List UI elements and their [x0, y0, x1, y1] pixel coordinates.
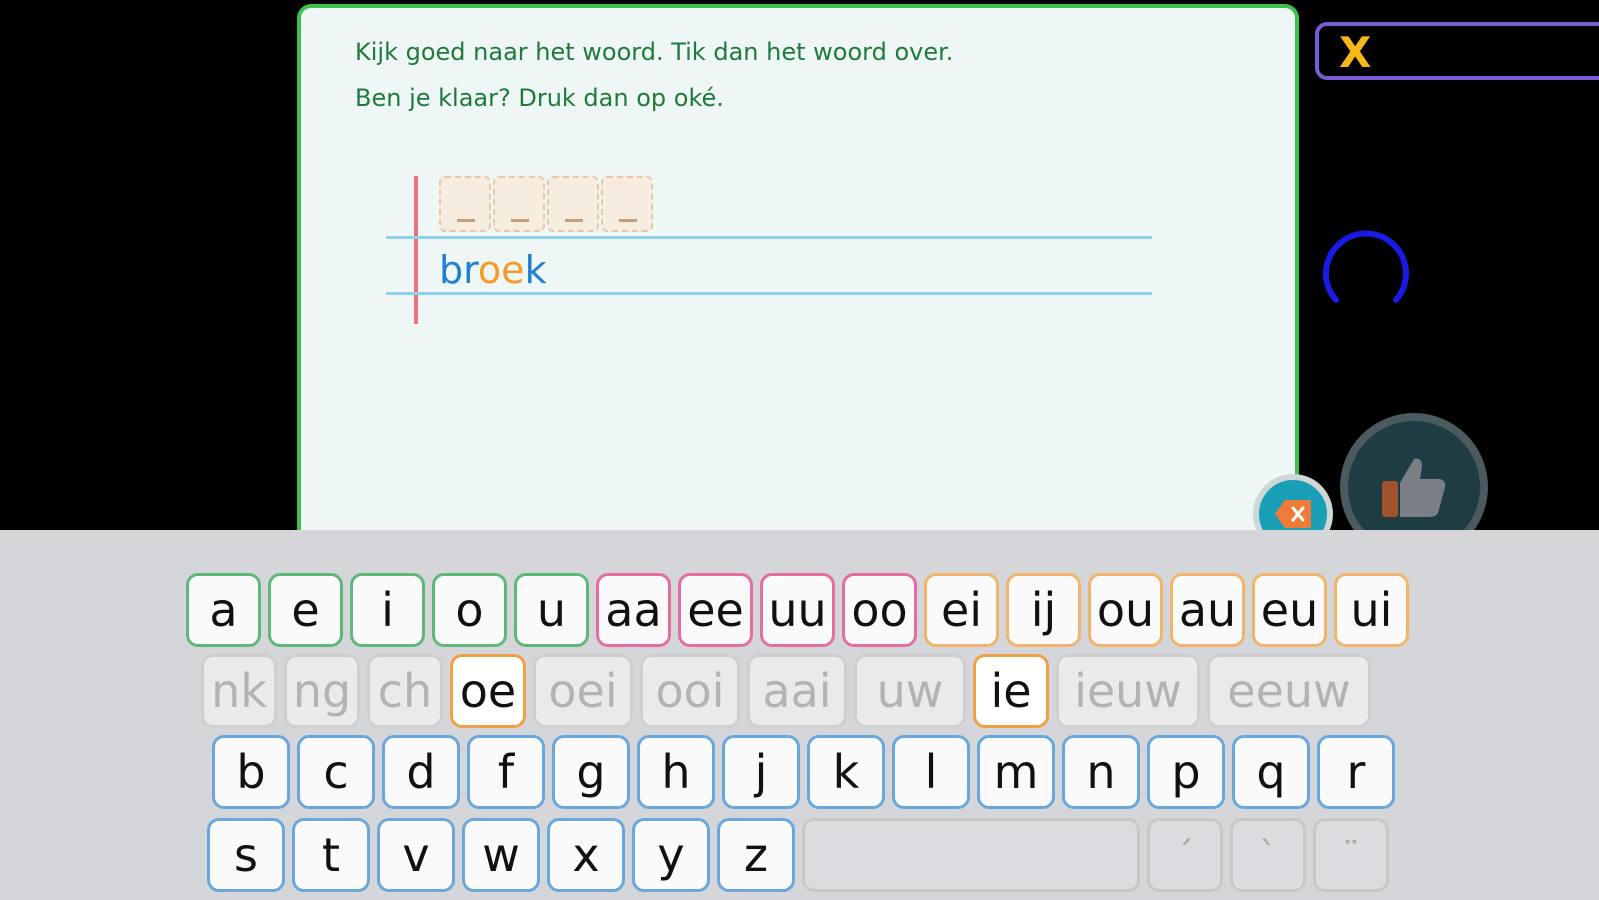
keyboard-row-consonants-1: b c d f g h j k l m n p q r	[212, 735, 1395, 809]
key-eu[interactable]: eu	[1252, 573, 1327, 647]
letter-keyboard: a e i o u aa ee uu oo ei ij ou au eu ui …	[0, 530, 1599, 900]
key-ee[interactable]: ee	[678, 573, 753, 647]
slot-placeholder	[457, 219, 475, 222]
key-r[interactable]: r	[1317, 735, 1395, 809]
key-ei[interactable]: ei	[924, 573, 999, 647]
key-d[interactable]: d	[382, 735, 460, 809]
key-nk[interactable]: nk	[201, 654, 277, 728]
answer-slot[interactable]	[547, 176, 599, 232]
key-ieuw[interactable]: ieuw	[1056, 654, 1200, 728]
key-x[interactable]: x	[547, 818, 625, 892]
key-v[interactable]: v	[377, 818, 455, 892]
key-f[interactable]: f	[467, 735, 545, 809]
key-y[interactable]: y	[632, 818, 710, 892]
key-u[interactable]: u	[514, 573, 589, 647]
key-h[interactable]: h	[637, 735, 715, 809]
key-m[interactable]: m	[977, 735, 1055, 809]
backspace-icon	[1275, 500, 1311, 528]
key-oe[interactable]: oe	[450, 654, 526, 728]
key-z[interactable]: z	[717, 818, 795, 892]
word-part: k	[524, 248, 547, 292]
key-n[interactable]: n	[1062, 735, 1140, 809]
exercise-card: Kijk goed naar het woord. Tik dan het wo…	[297, 4, 1299, 564]
key-uw[interactable]: uw	[854, 654, 966, 728]
key-ou[interactable]: ou	[1088, 573, 1163, 647]
word-part: br	[439, 248, 478, 292]
slot-placeholder	[511, 219, 529, 222]
writing-rule-bottom	[386, 292, 1152, 295]
key-ie[interactable]: ie	[973, 654, 1049, 728]
key-ch[interactable]: ch	[367, 654, 443, 728]
close-icon[interactable]: X	[1339, 28, 1371, 77]
key-ui[interactable]: ui	[1334, 573, 1409, 647]
key-au[interactable]: au	[1170, 573, 1245, 647]
key-o[interactable]: o	[432, 573, 507, 647]
word-part-highlight: oe	[477, 248, 525, 292]
key-eeuw[interactable]: eeuw	[1207, 654, 1371, 728]
key-oei[interactable]: oei	[533, 654, 633, 728]
keyboard-row-vowels: a e i o u aa ee uu oo ei ij ou au eu ui	[186, 573, 1409, 647]
key-c[interactable]: c	[297, 735, 375, 809]
key-s[interactable]: s	[207, 818, 285, 892]
slot-placeholder	[565, 219, 583, 222]
key-w[interactable]: w	[462, 818, 540, 892]
answer-slot[interactable]	[493, 176, 545, 232]
answer-slot[interactable]	[601, 176, 653, 232]
key-aa[interactable]: aa	[596, 573, 671, 647]
key-ij[interactable]: ij	[1006, 573, 1081, 647]
example-word: broek	[439, 248, 547, 292]
key-t[interactable]: t	[292, 818, 370, 892]
key-j[interactable]: j	[722, 735, 800, 809]
thumbs-up-icon	[1382, 458, 1446, 517]
key-b[interactable]: b	[212, 735, 290, 809]
keyboard-row-consonants-2: s t v w x y z ´ ` ¨	[207, 818, 1389, 892]
key-ooi[interactable]: ooi	[640, 654, 740, 728]
key-i[interactable]: i	[350, 573, 425, 647]
loading-spinner-icon	[1323, 230, 1409, 303]
close-bar[interactable]: X	[1315, 22, 1599, 80]
key-k[interactable]: k	[807, 735, 885, 809]
key-uu[interactable]: uu	[760, 573, 835, 647]
answer-slot[interactable]	[439, 176, 491, 232]
key-grave-accent[interactable]: `	[1230, 818, 1306, 892]
writing-margin-line	[414, 176, 418, 324]
slot-placeholder	[619, 219, 637, 222]
key-p[interactable]: p	[1147, 735, 1225, 809]
key-e[interactable]: e	[268, 573, 343, 647]
key-q[interactable]: q	[1232, 735, 1310, 809]
key-aai[interactable]: aai	[747, 654, 847, 728]
instruction-line-2: Ben je klaar? Druk dan op oké.	[355, 84, 724, 112]
space-key[interactable]	[802, 818, 1140, 892]
key-acute-accent[interactable]: ´	[1147, 818, 1223, 892]
answer-slots	[439, 176, 653, 232]
key-g[interactable]: g	[552, 735, 630, 809]
key-diaeresis[interactable]: ¨	[1313, 818, 1389, 892]
instruction-line-1: Kijk goed naar het woord. Tik dan het wo…	[355, 38, 954, 66]
key-a[interactable]: a	[186, 573, 261, 647]
key-ng[interactable]: ng	[284, 654, 360, 728]
keyboard-row-clusters: nk ng ch oe oei ooi aai uw ie ieuw eeuw	[201, 654, 1371, 728]
writing-rule-top	[386, 236, 1152, 239]
key-oo[interactable]: oo	[842, 573, 917, 647]
key-l[interactable]: l	[892, 735, 970, 809]
